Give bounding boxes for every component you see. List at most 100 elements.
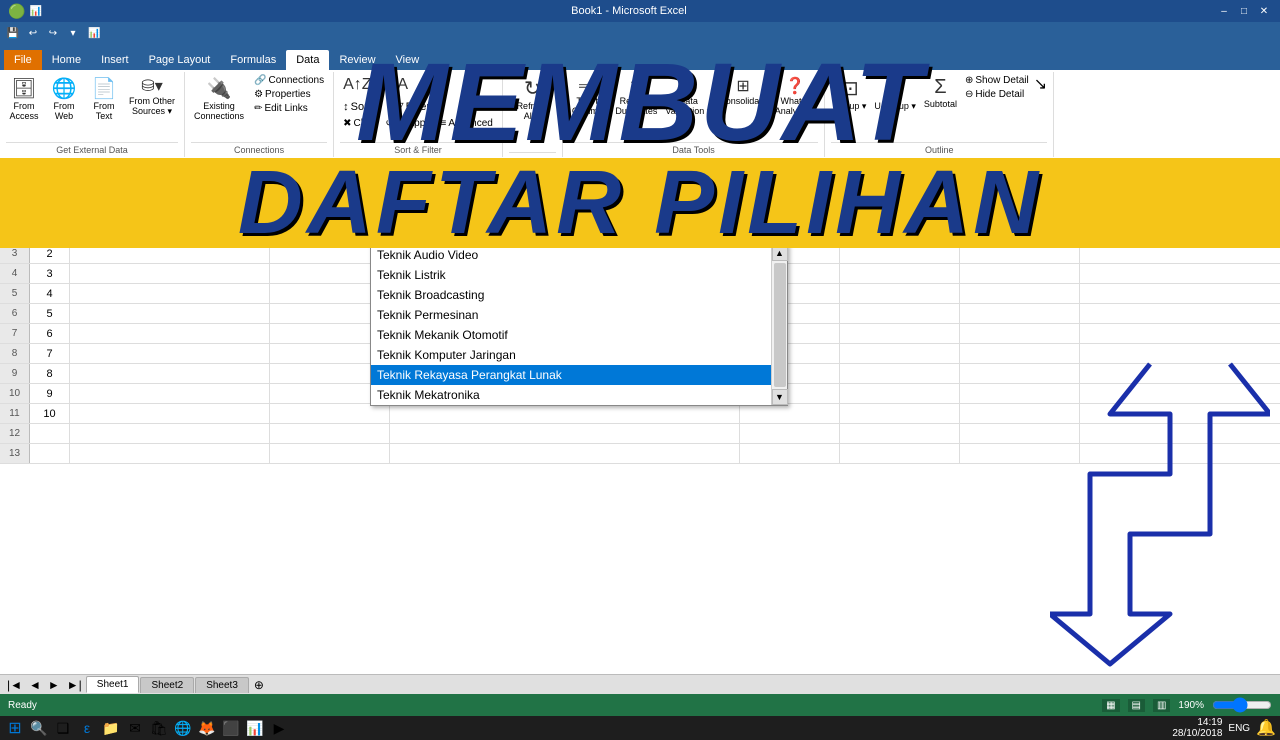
- cell-b4[interactable]: [70, 264, 270, 283]
- tab-page-layout[interactable]: Page Layout: [139, 50, 221, 70]
- what-if-button[interactable]: ❓ What-IfAnalysis ▾: [772, 74, 819, 119]
- cell-f3[interactable]: [840, 244, 960, 263]
- cell-g10[interactable]: [960, 384, 1080, 403]
- cell-f1[interactable]: [840, 204, 960, 223]
- cell-f12[interactable]: [840, 424, 960, 443]
- sort-za-button[interactable]: Z↓A: [377, 74, 411, 96]
- start-button[interactable]: ⊞: [4, 717, 26, 739]
- cell-b12[interactable]: [70, 424, 270, 443]
- sheet-nav-prev[interactable]: ◄: [26, 678, 44, 692]
- page-break-view-button[interactable]: ▥: [1153, 699, 1170, 712]
- qa-save[interactable]: 💾: [4, 24, 22, 42]
- remove-duplicates-button[interactable]: ✖ RemoveDuplicates: [612, 74, 660, 119]
- cell-e1[interactable]: Nilai Tes: [740, 204, 840, 223]
- edge-button[interactable]: ε: [76, 717, 98, 739]
- tab-view[interactable]: View: [386, 50, 430, 70]
- cell-f2[interactable]: [840, 224, 960, 243]
- cell-a6[interactable]: 5: [30, 304, 70, 323]
- sheet-nav-first[interactable]: |◄: [4, 678, 25, 692]
- cell-a7[interactable]: 6: [30, 324, 70, 343]
- cell-e13[interactable]: [740, 444, 840, 463]
- sort-button[interactable]: ↕ Sort: [340, 98, 390, 115]
- cell-g12[interactable]: [960, 424, 1080, 443]
- properties-button[interactable]: ⚙ Properties: [251, 88, 327, 101]
- ungroup-button[interactable]: ⊟ Ungroup ▾: [871, 74, 919, 114]
- scroll-thumb[interactable]: [774, 263, 786, 387]
- list-item[interactable]: Teknik Listrik: [371, 265, 771, 285]
- cell-g3[interactable]: [960, 244, 1080, 263]
- cell-a4[interactable]: 3: [30, 264, 70, 283]
- sheet-tab-3[interactable]: Sheet3: [195, 677, 249, 693]
- hide-detail-button[interactable]: ⊖ Hide Detail: [962, 88, 1032, 101]
- cell-b2[interactable]: ABDUL BASITH AZZAM: [70, 224, 270, 243]
- col-header-c[interactable]: C: [270, 184, 390, 203]
- cell-f8[interactable]: [840, 344, 960, 363]
- cell-a10[interactable]: 9: [30, 384, 70, 403]
- cell-b10[interactable]: [70, 384, 270, 403]
- tab-data[interactable]: Data: [286, 50, 329, 70]
- cell-g9[interactable]: [960, 364, 1080, 383]
- mail-button[interactable]: ✉: [124, 717, 146, 739]
- minimize-button[interactable]: –: [1216, 4, 1232, 18]
- tab-insert[interactable]: Insert: [91, 50, 139, 70]
- cell-g11[interactable]: [960, 404, 1080, 423]
- cell-c2[interactable]: Laki-laki: [270, 224, 390, 243]
- cell-d2[interactable]: Teknik Komputer Jaringan: [390, 224, 740, 243]
- excel-taskbar-button[interactable]: 📊: [244, 717, 266, 739]
- cell-f5[interactable]: [840, 284, 960, 303]
- col-header-a[interactable]: A: [30, 184, 70, 203]
- normal-view-button[interactable]: ▦: [1102, 699, 1119, 712]
- cell-c12[interactable]: [270, 424, 390, 443]
- cell-b6[interactable]: [70, 304, 270, 323]
- name-box[interactable]: [4, 163, 84, 181]
- sheet-nav-next[interactable]: ►: [45, 678, 63, 692]
- list-item-selected[interactable]: Teknik Rekayasa Perangkat Lunak: [371, 365, 771, 385]
- tab-review[interactable]: Review: [329, 50, 385, 70]
- from-other-button[interactable]: ⛁▾ From OtherSources ▾: [126, 74, 178, 119]
- col-header-b[interactable]: B: [70, 184, 270, 203]
- maximize-button[interactable]: □: [1236, 4, 1252, 18]
- list-item[interactable]: Teknik Mekatronika: [371, 385, 771, 405]
- edit-links-button[interactable]: ✏ Edit Links: [251, 102, 327, 115]
- qa-customize[interactable]: ▾: [64, 24, 82, 42]
- tab-file[interactable]: File: [4, 50, 42, 70]
- cell-a13[interactable]: [30, 444, 70, 463]
- cell-b5[interactable]: [70, 284, 270, 303]
- store-button[interactable]: 🛍: [148, 717, 170, 739]
- cell-f7[interactable]: [840, 324, 960, 343]
- connections-button[interactable]: 🔗 Connections: [251, 74, 327, 87]
- cell-a2[interactable]: 1: [30, 224, 70, 243]
- cell-a9[interactable]: 8: [30, 364, 70, 383]
- sort-az-button[interactable]: A↑Z: [340, 74, 374, 96]
- col-header-g[interactable]: G: [960, 184, 1080, 203]
- scroll-up-arrow[interactable]: ▲: [772, 245, 788, 261]
- cell-b9[interactable]: [70, 364, 270, 383]
- chrome-button[interactable]: 🌐: [172, 717, 194, 739]
- cell-d13[interactable]: [390, 444, 740, 463]
- cell-c13[interactable]: [270, 444, 390, 463]
- notification-icon[interactable]: 🔔: [1256, 718, 1276, 738]
- tab-home[interactable]: Home: [42, 50, 91, 70]
- cell-b1[interactable]: Nama: [70, 204, 270, 223]
- cell-g13[interactable]: [960, 444, 1080, 463]
- cell-c11[interactable]: [270, 404, 390, 423]
- cell-g5[interactable]: [960, 284, 1080, 303]
- dropdown-scrollbar[interactable]: ▲ ▼: [771, 245, 787, 405]
- cell-e2[interactable]: 90: [740, 224, 840, 243]
- existing-connections-button[interactable]: 🔌 ExistingConnections: [191, 74, 247, 124]
- cell-d12[interactable]: [390, 424, 740, 443]
- cell-e11[interactable]: [740, 404, 840, 423]
- list-item[interactable]: Teknik Audio Video: [371, 245, 771, 265]
- cell-d11[interactable]: [390, 404, 740, 423]
- terminal-button[interactable]: ⬛: [220, 717, 242, 739]
- outline-expand-icon[interactable]: ↘: [1034, 74, 1047, 94]
- explorer-button[interactable]: 📁: [100, 717, 122, 739]
- close-button[interactable]: ✕: [1256, 4, 1272, 18]
- filter-button[interactable]: ▽ Filter: [392, 98, 442, 115]
- tab-formulas[interactable]: Formulas: [220, 50, 286, 70]
- data-validation-button[interactable]: ✔ DataValidation ▾: [662, 74, 714, 119]
- firefox-button[interactable]: 🦊: [196, 717, 218, 739]
- cell-c1[interactable]: Jenis Kelamin: [270, 204, 390, 223]
- show-detail-button[interactable]: ⊕ Show Detail: [962, 74, 1032, 87]
- consolidate-button[interactable]: ⊞ Consolidate: [716, 74, 770, 109]
